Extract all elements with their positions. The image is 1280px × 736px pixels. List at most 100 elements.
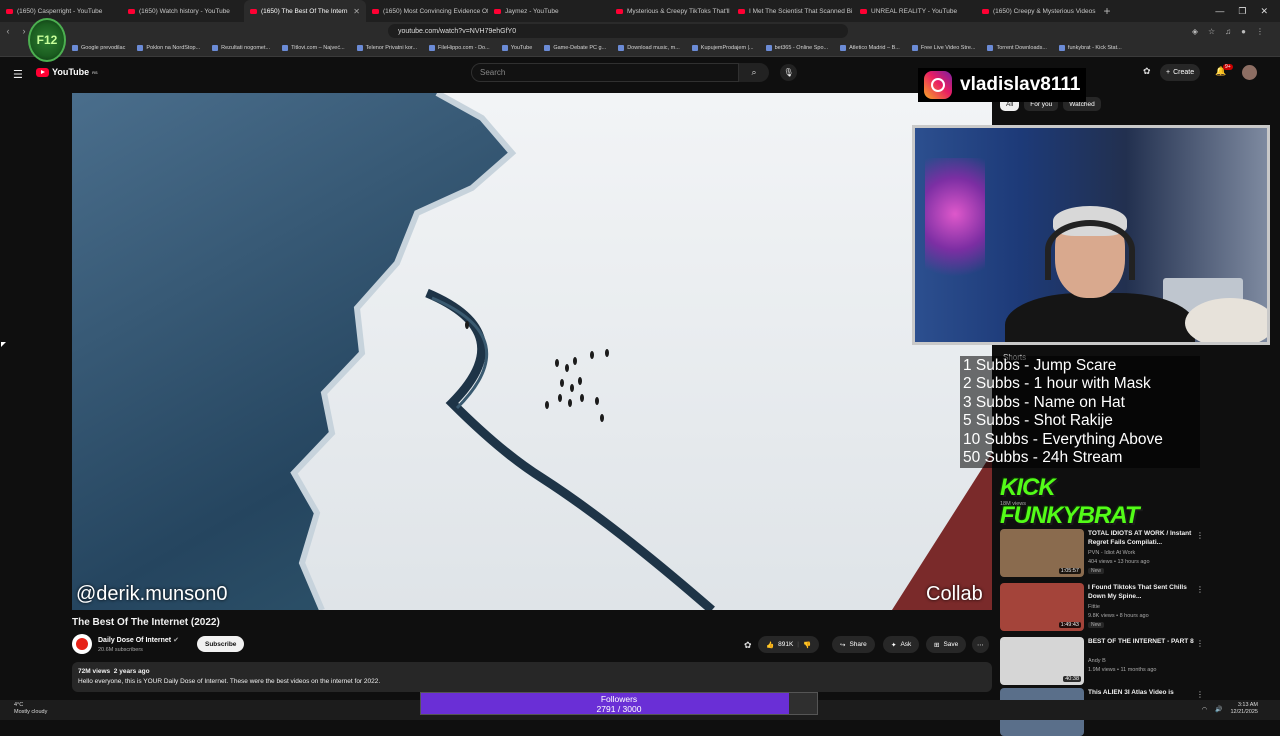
menu-dots-icon[interactable]: ⋮ — [1256, 27, 1264, 36]
account-avatar[interactable] — [1242, 65, 1257, 80]
bookmark-item[interactable]: bet365 - Online Spo... — [765, 45, 828, 51]
browser-tab[interactable]: I Met The Scientist That Scanned Bi — [732, 0, 854, 22]
browser-tab[interactable]: (1650) The Best Of The Intern ✕ — [244, 0, 366, 22]
bookmark-item[interactable]: Download music, m... — [618, 45, 680, 51]
bookmark-label: Google prevodilac — [81, 45, 126, 51]
like-button[interactable]: 👍 891K | 👎 — [758, 636, 820, 653]
video-thumbnail[interactable]: 40:38 — [1000, 637, 1084, 685]
bookmark-favicon-icon — [691, 45, 698, 51]
profile-icon[interactable]: ● — [1241, 27, 1246, 36]
video-thumbnail[interactable]: 1:49:43 — [1000, 583, 1084, 631]
bookmark-favicon-icon — [1058, 45, 1065, 51]
music-icon[interactable]: ♫ — [1225, 27, 1231, 36]
new-tab-button[interactable]: + — [1098, 4, 1116, 18]
youtube-logo[interactable]: YouTube RS — [36, 67, 98, 77]
bookmark-item[interactable]: Rezultati nogomet... — [212, 45, 270, 51]
recommended-channel: PVN - Idiot At Work — [1088, 550, 1136, 556]
maximize-icon[interactable]: ❐ — [1238, 6, 1246, 17]
bookmark-item[interactable]: FileHippo.com - Do... — [429, 45, 490, 51]
verified-icon: ✔ — [173, 637, 179, 644]
followers-text: Followers 2791 / 3000 — [421, 693, 817, 714]
tab-label: (1650) Most Convincing Evidence Of — [383, 7, 488, 15]
thumbs-down-icon[interactable]: 👎 — [803, 641, 811, 649]
clock[interactable]: 3:13 AM 12/21/2025 — [1230, 702, 1258, 716]
more-options-icon[interactable]: ⋮ — [1196, 585, 1204, 594]
more-options-icon[interactable]: ⋮ — [1196, 690, 1204, 699]
gear-icon[interactable]: ✿ — [1143, 66, 1151, 77]
channel-logo-icon — [76, 638, 88, 650]
save-button[interactable]: ⊞ Save — [926, 636, 967, 653]
bookmark-favicon-icon — [72, 45, 78, 51]
weather-widget[interactable]: 4°C Mostly cloudy — [14, 702, 47, 716]
search-button[interactable]: ⌕ — [739, 63, 769, 82]
bookmark-star-icon[interactable]: ☆ — [1208, 27, 1215, 36]
recommended-meta: 9.8K views • 8 hours ago — [1088, 613, 1149, 619]
create-button[interactable]: + Create — [1160, 64, 1201, 81]
bookmark-label: Rezultati nogomet... — [221, 45, 271, 51]
rgb-light — [925, 158, 985, 298]
video-thumbnail[interactable]: 1:05:57 — [1000, 529, 1084, 577]
divider: | — [797, 641, 799, 648]
more-options-icon[interactable]: ⋮ — [1196, 531, 1204, 540]
search-input[interactable]: Search — [471, 63, 739, 82]
recommended-video[interactable]: 40:38 BEST OF THE INTERNET - PART 8 Andy B… — [1000, 637, 1204, 685]
window-controls: — ❐ ✕ — [1215, 6, 1280, 17]
share-icon: ↪ — [840, 641, 846, 649]
more-actions-button[interactable]: ⋯ — [972, 636, 989, 653]
sub-goal-item: 5 Subbs - Shot Rakije — [963, 412, 1113, 430]
browser-tab[interactable]: (1650) Most Convincing Evidence Of — [366, 0, 488, 22]
subscribe-button[interactable]: Subscribe — [197, 636, 245, 652]
ask-button[interactable]: ✦ Ask — [883, 636, 920, 653]
bookmark-item[interactable]: Atletico Madrid – B... — [840, 45, 900, 51]
bookmark-item[interactable]: KupujemProdajem |... — [691, 45, 754, 51]
browser-tab[interactable]: (1650) Creepy & Mysterious Videos — [976, 0, 1098, 22]
channel-avatar[interactable] — [72, 634, 92, 654]
bookmark-item[interactable]: Google prevodilac — [72, 45, 125, 51]
recommended-video[interactable]: 1:49:43 I Found Tiktoks That Sent Chills … — [1000, 583, 1204, 631]
url-field[interactable]: youtube.com/watch?v=NVH79ehGfY0 — [388, 24, 848, 38]
browser-tab[interactable]: (1650) Casperright - YouTube — [0, 0, 122, 22]
close-tab-icon[interactable]: ✕ — [353, 7, 360, 16]
subscriber-count: 20.6M subscribers — [98, 647, 143, 653]
video-description[interactable]: 72M views 2 years ago Hello everyone, th… — [72, 662, 992, 692]
bookmark-item[interactable]: Titlovi.com – Najveć... — [282, 45, 345, 51]
recommended-channel: Fittie — [1088, 604, 1100, 610]
bookmark-label: Free Live Video Stre... — [920, 45, 976, 51]
browser-tab[interactable]: UNREAL REALITY - YouTube — [854, 0, 976, 22]
browser-tab[interactable]: (1650) Watch history - YouTube — [122, 0, 244, 22]
bookmark-label: Download music, m... — [627, 45, 680, 51]
bookmark-item[interactable]: funkybrat - Kick Stat... — [1058, 45, 1122, 51]
recommended-title: BEST OF THE INTERNET - PART 8 — [1088, 638, 1194, 645]
volume-icon[interactable]: 🔊 — [1215, 706, 1222, 713]
bookmark-favicon-icon — [544, 45, 551, 51]
extension-icons: ◈ ☆ ♫ ● ⋮ — [1192, 27, 1280, 36]
browser-tab[interactable]: Mysterious & Creepy TikToks That'll — [610, 0, 732, 22]
voice-search-button[interactable]: 🎙 — [780, 64, 797, 81]
bookmark-item[interactable]: Game-Debate PC g... — [544, 45, 606, 51]
like-count: 891K — [778, 641, 794, 648]
wifi-icon[interactable]: ◠ — [1202, 706, 1207, 713]
share-button[interactable]: ↪ Share — [832, 636, 875, 653]
bookmark-favicon-icon — [911, 45, 918, 51]
extension-icon[interactable]: ◈ — [1192, 27, 1198, 36]
more-options-icon[interactable]: ⋮ — [1196, 639, 1204, 648]
bookmark-favicon-icon — [501, 45, 508, 51]
gear-icon-small[interactable]: ✿ — [744, 640, 752, 651]
sub-goal-item: 10 Subbs - Everything Above — [963, 430, 1163, 448]
video-player[interactable] — [72, 93, 992, 610]
bookmark-item[interactable]: Poklon na NordStop... — [137, 45, 200, 51]
url-text: youtube.com/watch?v=NVH79ehGfY0 — [398, 27, 517, 35]
recommended-video[interactable]: 1:05:57 TOTAL IDIOTS AT WORK / Instant Re… — [1000, 529, 1204, 577]
hamburger-menu-icon[interactable]: ☰ — [13, 68, 23, 81]
notification-count: 9+ — [1223, 64, 1233, 70]
channel-name[interactable]: Daily Dose Of Internet ✔ — [98, 636, 179, 644]
browser-tab[interactable]: Jaymez - YouTube — [488, 0, 610, 22]
plus-icon: + — [1166, 69, 1171, 76]
bookmark-item[interactable]: Free Live Video Stre... — [911, 45, 976, 51]
back-icon[interactable]: ‹ — [0, 26, 16, 36]
bookmark-item[interactable]: YouTube — [501, 45, 532, 51]
minimize-icon[interactable]: — — [1215, 6, 1224, 17]
close-window-icon[interactable]: ✕ — [1260, 6, 1268, 17]
bookmark-item[interactable]: Telenor Privatni kor... — [356, 45, 417, 51]
bookmark-item[interactable]: Torrent Downloads... — [987, 45, 1047, 51]
